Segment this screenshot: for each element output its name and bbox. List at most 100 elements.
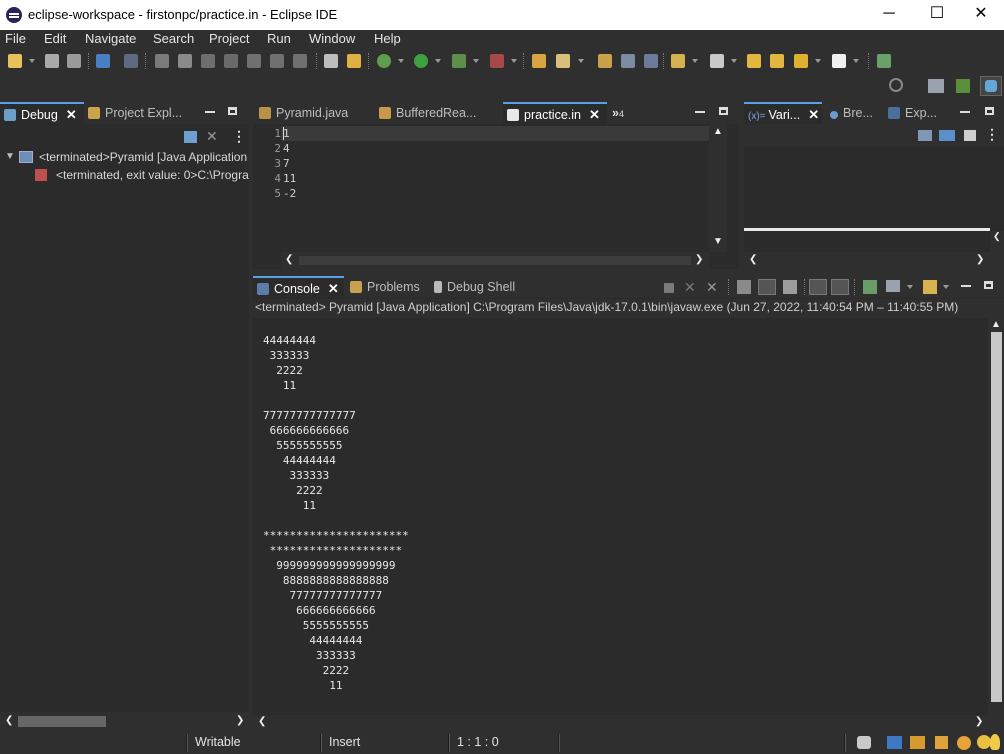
back-icon[interactable] bbox=[794, 54, 808, 68]
scroll-up-icon[interactable]: ▲ bbox=[991, 319, 1001, 330]
console-output[interactable]: 44444444 333333 2222 11 77777777777777 6… bbox=[263, 333, 983, 693]
back-dropdown-icon[interactable] bbox=[815, 59, 821, 63]
forward-icon[interactable] bbox=[832, 54, 846, 68]
tab-console[interactable]: Console✕ bbox=[253, 276, 344, 298]
pin-console-icon[interactable] bbox=[863, 280, 877, 294]
terminate-icon[interactable] bbox=[201, 54, 215, 68]
suspend-icon[interactable] bbox=[178, 54, 192, 68]
show-type-names-icon[interactable] bbox=[918, 130, 932, 141]
next-annotation-dropdown-icon[interactable] bbox=[692, 59, 698, 63]
scroll-right-icon[interactable]: ❯ bbox=[236, 715, 244, 726]
vertical-scrollbar[interactable]: ▲ bbox=[988, 318, 1004, 715]
task-dropdown-icon[interactable] bbox=[578, 59, 584, 63]
detail-pane[interactable] bbox=[744, 231, 990, 252]
updates-icon[interactable] bbox=[977, 735, 991, 749]
scrollbar-thumb[interactable] bbox=[18, 716, 106, 727]
pencil-icon[interactable] bbox=[935, 736, 948, 749]
close-icon[interactable]: ✕ bbox=[328, 278, 339, 300]
use-step-filters-icon[interactable] bbox=[324, 54, 338, 68]
status-insert-mode[interactable]: Insert bbox=[329, 735, 360, 749]
open-type-icon[interactable] bbox=[532, 54, 546, 68]
view-menu-icon[interactable]: ⋮ bbox=[985, 126, 999, 143]
maximize-view-button[interactable] bbox=[985, 107, 994, 115]
tab-debug-shell[interactable]: Debug Shell bbox=[434, 276, 515, 298]
menu-edit[interactable]: Edit bbox=[44, 31, 66, 46]
text-editor[interactable]: 1 4 7 11 -2 bbox=[283, 126, 703, 201]
forward-dropdown-icon[interactable] bbox=[853, 59, 859, 63]
debug-perspective-icon[interactable] bbox=[980, 76, 1002, 96]
variables-tree[interactable] bbox=[744, 146, 1004, 228]
previous-annotation-dropdown-icon[interactable] bbox=[731, 59, 737, 63]
tutorial-icon[interactable] bbox=[910, 736, 925, 749]
disconnect-icon[interactable] bbox=[224, 54, 238, 68]
tab-problems[interactable]: Problems bbox=[350, 276, 420, 298]
scroll-left-icon[interactable]: ❮ bbox=[258, 716, 266, 727]
show-logical-structure-icon[interactable] bbox=[939, 130, 955, 141]
close-button[interactable]: ✕ bbox=[958, 0, 1004, 30]
scroll-left-icon[interactable]: ❮ bbox=[5, 715, 13, 726]
run-icon[interactable] bbox=[414, 54, 428, 68]
remove-launch-icon[interactable]: ✕ bbox=[684, 279, 696, 296]
tab-bufferedreader[interactable]: BufferedRea... bbox=[379, 102, 476, 124]
search-icon[interactable] bbox=[598, 54, 612, 68]
view-menu-icon[interactable]: ⋮ bbox=[232, 128, 246, 145]
horizontal-scrollbar[interactable]: ❮ ❯ bbox=[253, 715, 1004, 731]
menu-help[interactable]: Help bbox=[374, 31, 401, 46]
maximize-button[interactable]: ☐ bbox=[914, 0, 960, 30]
menu-navigate[interactable]: Navigate bbox=[85, 31, 136, 46]
scroll-right-icon[interactable]: ❯ bbox=[976, 254, 984, 265]
step-into-icon[interactable] bbox=[247, 54, 261, 68]
close-icon[interactable]: ✕ bbox=[66, 104, 77, 126]
toggle-mark-occurrences-icon[interactable] bbox=[621, 54, 635, 68]
terminal-icon[interactable] bbox=[96, 54, 110, 68]
vertical-scrollbar[interactable]: ❮ bbox=[990, 231, 1004, 252]
scrollbar-thumb[interactable] bbox=[991, 332, 1002, 702]
forward-history-icon[interactable] bbox=[770, 54, 784, 68]
tips-book-icon[interactable] bbox=[887, 736, 902, 749]
tab-expressions[interactable]: Exp... bbox=[888, 102, 937, 124]
tree-item-launch[interactable]: <terminated>Pyramid [Java Application bbox=[39, 150, 249, 164]
scroll-up-icon[interactable]: ❮ bbox=[993, 231, 1001, 242]
run-dropdown-icon[interactable] bbox=[435, 59, 441, 63]
open-task-icon[interactable] bbox=[556, 54, 570, 68]
new-icon[interactable] bbox=[8, 54, 22, 68]
minimize-view-button[interactable] bbox=[695, 111, 705, 113]
chevron-down-icon[interactable]: ▼ bbox=[5, 151, 15, 162]
skip-breakpoints-icon[interactable] bbox=[124, 54, 138, 68]
display-console-dropdown-icon[interactable] bbox=[907, 285, 913, 289]
next-annotation-icon[interactable] bbox=[671, 54, 685, 68]
scroll-lock-icon[interactable] bbox=[758, 279, 776, 295]
search-icon[interactable] bbox=[889, 78, 903, 92]
scroll-down-icon[interactable]: ▼ bbox=[713, 236, 723, 247]
menu-project[interactable]: Project bbox=[209, 31, 249, 46]
tree-item-process[interactable]: <terminated, exit value: 0>C:\Progra bbox=[56, 168, 249, 182]
tab-debug[interactable]: Debug✕ bbox=[0, 102, 84, 124]
step-over-icon[interactable] bbox=[270, 54, 284, 68]
collapse-all-icon[interactable] bbox=[184, 131, 197, 143]
minimize-button[interactable]: ─ bbox=[866, 0, 912, 30]
tab-variables[interactable]: (x)=Vari...✕ bbox=[744, 102, 822, 124]
show-whitespace-icon[interactable] bbox=[644, 54, 658, 68]
remove-all-terminated-icon[interactable]: ✕ bbox=[706, 279, 718, 296]
show-console-on-error-icon[interactable] bbox=[831, 279, 849, 295]
show-console-on-output-icon[interactable] bbox=[809, 279, 827, 295]
save-all-icon[interactable] bbox=[67, 54, 81, 68]
tab-overflow-button[interactable]: »4 bbox=[612, 102, 624, 124]
java-perspective-icon[interactable] bbox=[956, 79, 970, 93]
scroll-right-icon[interactable]: ❯ bbox=[695, 254, 703, 265]
vertical-scrollbar[interactable]: ▲ ▼ bbox=[709, 124, 727, 252]
tab-pyramid-java[interactable]: Pyramid.java bbox=[259, 102, 348, 124]
debug-dropdown-icon[interactable] bbox=[398, 59, 404, 63]
close-icon[interactable]: ✕ bbox=[589, 104, 600, 126]
coverage-dropdown-icon[interactable] bbox=[473, 59, 479, 63]
open-console-icon[interactable] bbox=[923, 280, 937, 294]
external-tools-dropdown-icon[interactable] bbox=[511, 59, 517, 63]
remove-all-terminated-icon[interactable]: ✕ bbox=[206, 128, 218, 145]
terminate-icon[interactable] bbox=[664, 283, 674, 293]
minimize-view-button[interactable] bbox=[961, 285, 971, 287]
horizontal-scrollbar[interactable]: ❮ ❯ bbox=[281, 252, 709, 269]
maximize-view-button[interactable] bbox=[228, 107, 237, 115]
tab-project-explorer[interactable]: Project Expl... bbox=[88, 102, 182, 124]
minimize-view-button[interactable] bbox=[205, 111, 215, 113]
drop-to-frame-icon[interactable] bbox=[347, 54, 361, 68]
